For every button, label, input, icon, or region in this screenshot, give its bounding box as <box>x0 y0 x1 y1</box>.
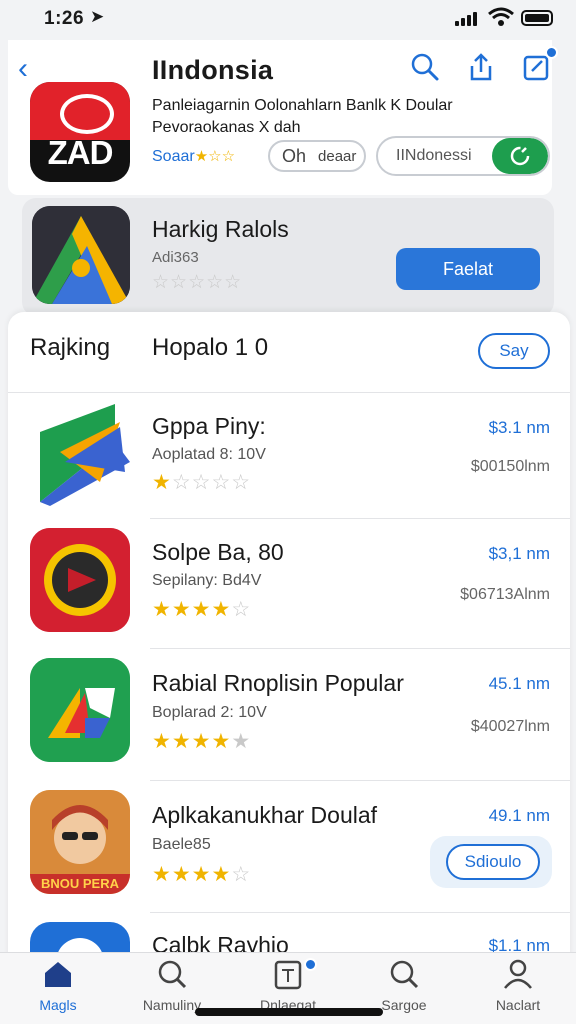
notification-badge <box>545 46 558 59</box>
app-action-label-4[interactable]: Sdioulo <box>446 844 540 880</box>
promoted-app-icon[interactable] <box>32 206 130 304</box>
app-size-1: $00150lnm <box>470 458 550 475</box>
tab-account[interactable]: Naclart <box>470 958 566 1013</box>
divider <box>150 648 570 649</box>
featured-app-icon[interactable]: ZAD <box>30 82 130 182</box>
promoted-app-stars: ☆☆☆☆☆ <box>152 272 243 293</box>
app-stars-2: ★★★★☆ <box>152 598 252 621</box>
app-subtitle-4: Baele85 <box>152 836 211 853</box>
divider <box>150 518 570 519</box>
promoted-app-name: Harkig Ralols <box>152 216 289 242</box>
app-stars-4: ★★★★☆ <box>152 863 252 886</box>
battery-icon <box>521 10 553 26</box>
app-price-4: 49.1 nm <box>488 806 550 825</box>
app-name-3: Rabial Rnoplisin Popular <box>152 670 404 696</box>
featured-description-2: Pevoraokanas X dah <box>152 119 301 136</box>
search-field[interactable]: IINdonessi <box>376 136 550 176</box>
app-name-4: Aplkakanukhar Doulaf <box>152 802 378 828</box>
ranking-title: Hopalo 1 0 <box>152 334 269 361</box>
tab-search[interactable]: Sargoe <box>356 958 452 1013</box>
share-icon[interactable] <box>466 52 496 82</box>
app-price-2: $3,1 nm <box>488 544 550 563</box>
refresh-icon <box>510 146 530 166</box>
see-all-button[interactable]: Say <box>478 333 550 369</box>
app-subtitle-2: Sepilany: Bd4V <box>152 572 262 589</box>
app-price-3: 45.1 nm <box>488 674 550 693</box>
app-size-3: $40027lnm <box>470 718 550 735</box>
search-value: IINdonessi <box>396 147 472 164</box>
wifi-icon <box>488 7 514 26</box>
search-icon <box>158 960 187 989</box>
promoted-get-button[interactable]: Faelat <box>396 248 540 290</box>
divider <box>150 912 570 913</box>
updates-icon <box>274 960 302 990</box>
app-subtitle-1: Aoplatad 8: 10V <box>152 446 266 463</box>
app-stars-3: ★★★★★ <box>152 730 252 753</box>
location-icon: ➤ <box>90 7 105 26</box>
divider <box>8 392 570 393</box>
app-price-1: $3.1 nm <box>488 418 550 437</box>
search-icon <box>390 960 419 989</box>
ranking-label: Rajking <box>30 334 111 361</box>
app-icon-4-label: BNOU PERA <box>40 876 119 891</box>
filter-chip[interactable]: Oh deaar <box>268 140 366 172</box>
back-button[interactable]: ‹ <box>18 52 28 86</box>
search-go-button[interactable] <box>492 138 548 174</box>
status-time: 1:26 <box>44 8 85 29</box>
promoted-app-subtitle: Adi363 <box>152 249 199 266</box>
app-stars-1: ★☆☆☆☆ <box>152 471 252 494</box>
app-name-1: Gppa Piny: <box>152 413 266 439</box>
cellular-signal-icon <box>455 10 477 26</box>
person-icon <box>504 959 532 989</box>
tab-browse[interactable]: Namuliny <box>124 958 220 1013</box>
app-icon-1[interactable] <box>30 402 130 506</box>
divider <box>150 780 570 781</box>
app-icon-3[interactable] <box>30 658 130 762</box>
home-icon <box>45 962 71 987</box>
app-icon-2[interactable] <box>30 528 130 632</box>
tab-home[interactable]: Magls <box>10 958 106 1013</box>
app-size-2: $06713Alnm <box>460 586 550 603</box>
app-action-button-4[interactable]: Sdioulo <box>430 836 552 888</box>
updates-badge <box>304 958 317 971</box>
tab-updates[interactable]: Dnlaegat <box>240 958 336 1013</box>
app-icon-4[interactable]: BNOU PERA <box>30 790 130 894</box>
page-title: IIndonsia <box>152 55 274 85</box>
app-name-2: Solpe Ba, 80 <box>152 539 284 565</box>
featured-rating: Soaar★☆☆ <box>152 148 236 165</box>
search-icon[interactable] <box>410 52 440 82</box>
app-subtitle-3: Boplarad 2: 10V <box>152 704 267 721</box>
status-bar: 1:26 ➤ <box>0 0 576 40</box>
featured-description: Panleiagarnin Oolonahlarn Banlk K Doular <box>152 97 453 114</box>
home-indicator <box>195 1008 383 1016</box>
